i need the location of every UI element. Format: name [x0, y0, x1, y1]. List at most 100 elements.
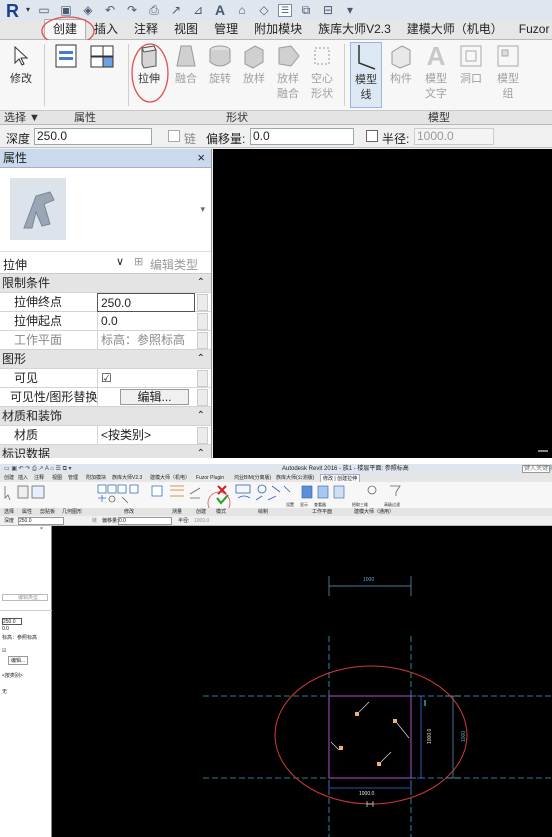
material-value[interactable]: <按类别>: [97, 426, 195, 445]
tab2-create[interactable]: 创建: [4, 474, 14, 482]
tab2-family-master[interactable]: 族库大师V2.3: [112, 474, 142, 482]
panel-select-label[interactable]: 选择 ▼: [4, 111, 40, 125]
depth-input[interactable]: 250.0: [34, 128, 152, 145]
edit-type-button[interactable]: 编辑类型: [150, 256, 198, 273]
properties-title: 属性: [3, 151, 28, 165]
drawing-canvas-2[interactable]: 1000 1000 1000.0 1000.0: [53, 526, 552, 837]
measure-icon[interactable]: ↗: [168, 3, 184, 17]
modify-button[interactable]: 修改: [4, 42, 38, 108]
section-icon[interactable]: ◇: [256, 3, 272, 17]
quick-access-icons[interactable]: ▭ ▣ ↶ ↷ ⎙ ↗ A ⌂ ☰ ⧉ ▾: [4, 464, 72, 474]
ribbon-tabs-2: 创建 插入 注释 视图 管理 附加模块 族库大师V2.3 建模大师（机电） Fu…: [0, 474, 552, 484]
revolve-button[interactable]: 旋转: [204, 42, 236, 108]
family-types-icon: [52, 42, 80, 70]
radius-input[interactable]: 1000.0: [414, 128, 494, 145]
visible-checkbox[interactable]: ☑: [97, 369, 195, 388]
collapse-icon[interactable]: ⌃: [197, 350, 205, 368]
radius-checkbox[interactable]: [366, 130, 378, 142]
tab2-manage[interactable]: 管理: [68, 474, 78, 482]
family-category-button[interactable]: [50, 42, 82, 108]
dimension-icon[interactable]: ⊿: [190, 3, 206, 17]
tab2-insert[interactable]: 插入: [18, 474, 28, 482]
drawing-canvas[interactable]: [213, 149, 552, 458]
type-selector-value: 拉伸: [3, 258, 28, 272]
tab2-view[interactable]: 视图: [52, 474, 62, 482]
component-button[interactable]: 构件: [386, 42, 416, 108]
properties-palette-2: × 编辑类型 250.0 0.0 标高：参照标高 ☑ 编辑... <按类别> 无: [0, 526, 52, 837]
edit-type-icon[interactable]: ⊞: [134, 255, 143, 268]
collapse-icon[interactable]: ⌃: [197, 274, 205, 292]
type-dropdown-icon[interactable]: ∨: [116, 255, 124, 268]
close-hidden-icon[interactable]: ⧉: [298, 3, 314, 17]
close-icon[interactable]: ×: [197, 149, 205, 167]
offset-input-2[interactable]: 0.0: [118, 517, 172, 525]
model-text-icon: A: [426, 40, 446, 71]
dim-top-label: 1000: [363, 577, 374, 583]
chain-label: 链: [184, 132, 197, 146]
group-materials[interactable]: 材质和装饰 ⌃: [0, 407, 211, 426]
parameters-icon: [88, 42, 116, 70]
revit-logo-icon[interactable]: R ▾: [0, 0, 36, 21]
visibility-edit-button[interactable]: 编辑...: [120, 389, 189, 405]
tab-modeling-master[interactable]: 建模大师（机电）: [399, 20, 511, 39]
search-input[interactable]: 键入关键字: [522, 465, 552, 473]
component-icon: [387, 42, 415, 70]
options-bar-2: 深度 250.0 链 偏移量: 0.0 半径: 1000.0: [0, 516, 552, 526]
opening-button[interactable]: 洞口: [456, 42, 486, 108]
model-line-button[interactable]: 模型 线: [350, 42, 382, 108]
model-text-button[interactable]: A 模型 文字: [420, 40, 452, 108]
extrusion-start-input[interactable]: 0.0: [97, 312, 195, 331]
ribbon-panel-labels-2: 选择 属性 剪贴板 几何图形 修改 测量 创建 模式 绘制 工作平面 建模大师（…: [0, 508, 552, 516]
tab2-hongye[interactable]: 鸿业BIM(分离版): [234, 474, 271, 482]
options-bar: 深度 250.0 链 偏移量: 0.0 半径: 1000.0: [0, 125, 552, 148]
tab-manage[interactable]: 管理: [206, 20, 246, 39]
chain-checkbox[interactable]: [168, 130, 180, 142]
property-row: 工作平面 标高：参照标高: [0, 331, 211, 350]
properties-palette: 属性 × ▾ 拉伸 ∨ ⊞ 编辑类型 限制条件 ⌃ 拉伸终点 250.0 拉伸起点…: [0, 149, 212, 458]
family-parameters-button[interactable]: [86, 42, 118, 108]
scrollbar[interactable]: [197, 294, 208, 311]
blend-button[interactable]: 融合: [170, 42, 202, 108]
redo-icon[interactable]: ↷: [124, 3, 140, 17]
tab2-annotate[interactable]: 注释: [34, 474, 44, 482]
text-icon[interactable]: A: [212, 2, 228, 18]
switch-windows-icon[interactable]: ⊟: [320, 3, 336, 17]
tab2-family-master-beta[interactable]: 族库大师(公测版): [276, 474, 314, 482]
print-icon[interactable]: ⎙: [146, 3, 162, 17]
tab-addins[interactable]: 附加模块: [246, 20, 310, 39]
family-preview-icon: [10, 178, 66, 240]
model-line-icon: [352, 43, 380, 71]
tab-fuzor[interactable]: Fuzor: [511, 20, 552, 39]
window-title: Autodesk Revit 2016 - 族1 - 楼层平面: 参照标高: [282, 466, 409, 472]
model-group-icon: [494, 42, 522, 70]
offset-input[interactable]: 0.0: [250, 128, 354, 145]
void-forms-button[interactable]: 空心 形状: [306, 42, 338, 108]
collapse-icon[interactable]: ⌃: [197, 445, 205, 458]
group-constraints[interactable]: 限制条件 ⌃: [0, 274, 211, 293]
model-group-button[interactable]: 模型 组: [490, 42, 526, 108]
property-row: 拉伸终点 250.0: [0, 293, 211, 312]
panel-forms-label: 形状: [226, 112, 248, 124]
3d-view-icon[interactable]: ⌂: [234, 3, 250, 17]
cursor-icon: [7, 42, 35, 70]
type-selector[interactable]: 拉伸 ∨ ⊞ 编辑类型: [0, 252, 211, 274]
tab-annotate[interactable]: 注释: [126, 20, 166, 39]
collapse-icon[interactable]: ⌃: [197, 407, 205, 425]
revit-window-top: R ▾ ▭ ▣ ◈ ↶ ↷ ⎙ ↗ ⊿ A ⌂ ◇ ☰ ⧉ ⊟ ▾ 创建 插入 注…: [0, 0, 552, 458]
customize-dropdown-icon[interactable]: ▾: [342, 3, 358, 17]
depth-input-2[interactable]: 250.0: [18, 517, 64, 525]
thin-lines-icon[interactable]: ☰: [278, 3, 292, 17]
swept-blend-button[interactable]: 放样 融合: [272, 42, 304, 108]
tab2-modeling-master[interactable]: 建模大师（机电）: [150, 474, 190, 482]
extrusion-end-input[interactable]: 250.0: [97, 293, 195, 312]
tab-view[interactable]: 视图: [166, 20, 206, 39]
sweep-button[interactable]: 放样: [238, 42, 270, 108]
tab2-addins[interactable]: 附加模块: [86, 474, 106, 482]
group-identity[interactable]: 标识数据 ⌃: [0, 445, 211, 458]
canvas-mark: [538, 450, 548, 452]
tab-family-master[interactable]: 族库大师V2.3: [310, 20, 399, 39]
undo-icon[interactable]: ↶: [102, 3, 118, 17]
group-graphics[interactable]: 图形 ⌃: [0, 350, 211, 369]
tab2-fuzor[interactable]: Fuzor Plugin: [196, 474, 224, 482]
preview-dropdown-icon[interactable]: ▾: [200, 204, 205, 215]
